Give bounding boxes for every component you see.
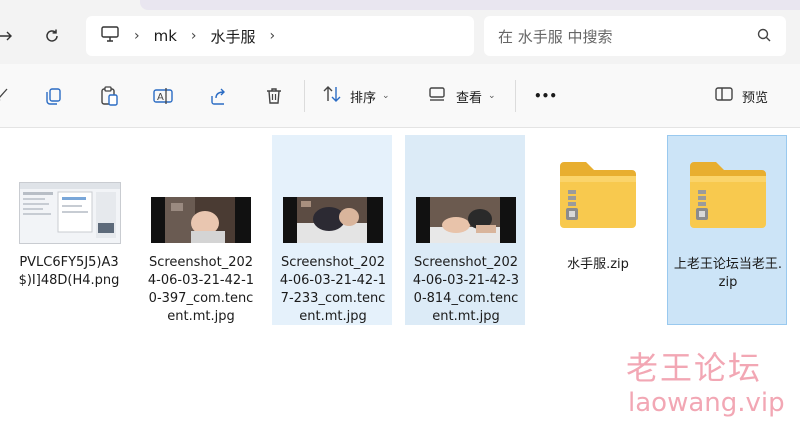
refresh-icon[interactable] [38,22,66,50]
view-icon [428,86,446,106]
sort-icon [322,85,342,107]
watermark-text-cn: 老王论坛 [626,349,763,387]
copy-icon[interactable] [42,85,64,107]
chevron-down-icon: ⌄ [488,91,496,101]
forward-arrow-icon[interactable] [0,22,20,50]
share-icon[interactable] [208,85,230,107]
file-item[interactable]: Screenshot_2024-06-03-21-42-10-397_com.t… [140,135,260,325]
file-name: Screenshot_2024-06-03-21-42-30-814_com.t… [412,255,520,324]
paste-icon[interactable] [98,85,120,107]
command-bar: A 排序 ⌄ 查看 ⌄ ••• 预览 [0,64,800,128]
image-thumbnail [283,197,383,243]
preview-pane-icon [714,86,734,106]
file-item[interactable]: Screenshot_2024-06-03-21-42-17-233_com.t… [272,135,392,325]
chevron-down-icon: ⌄ [382,91,390,101]
tab-strip [140,0,800,10]
file-name: 水手服.zip [567,257,629,272]
rename-icon[interactable]: A [152,85,174,107]
file-name: Screenshot_2024-06-03-21-42-17-233_com.t… [279,255,387,324]
cut-icon[interactable] [0,85,12,107]
file-name: 上老王论坛当老王.zip [673,257,783,290]
this-pc-icon[interactable] [100,25,120,47]
view-label: 查看 [456,90,483,106]
file-item[interactable]: PVLC6FY5J5)A3$)I]48D(H4.png [8,135,128,325]
search-placeholder: 在 水手服 中搜索 [498,27,613,46]
breadcrumb-mk[interactable]: mk [154,27,177,45]
zip-folder-icon [686,156,770,234]
watermark-text-en: laowang.vip [628,388,785,418]
more-options-button[interactable]: ••• [534,84,557,108]
file-name: PVLC6FY5J5)A3$)I]48D(H4.png [18,255,120,288]
sort-label: 排序 [350,90,377,106]
chevron-right-icon[interactable]: › [191,28,197,44]
zip-folder-icon [556,156,640,234]
search-icon[interactable] [756,27,772,47]
view-button[interactable]: 查看 ⌄ [428,84,496,108]
delete-icon[interactable] [263,85,285,107]
preview-pane-button[interactable]: 预览 [714,84,768,108]
address-bar[interactable]: › mk › 水手服 › [86,16,474,56]
file-item[interactable]: 水手服.zip [537,135,657,325]
toolbar-divider [515,80,516,112]
file-item[interactable]: Screenshot_2024-06-03-21-42-30-814_com.t… [405,135,525,325]
chevron-right-icon[interactable]: › [134,28,140,44]
title-bar: › mk › 水手服 › 在 水手服 中搜索 [0,0,800,64]
file-item-selected[interactable]: 上老王论坛当老王.zip [667,135,787,325]
svg-text:A: A [157,92,164,103]
search-input[interactable]: 在 水手服 中搜索 [484,16,786,56]
chevron-right-icon[interactable]: › [270,28,276,44]
image-thumbnail [416,197,516,243]
sort-button[interactable]: 排序 ⌄ [322,84,390,108]
toolbar-divider [304,80,305,112]
breadcrumb-current[interactable]: 水手服 [211,26,256,47]
image-thumbnail [151,197,251,243]
file-name: Screenshot_2024-06-03-21-42-10-397_com.t… [147,255,255,324]
image-thumbnail [19,182,121,244]
preview-label: 预览 [742,90,769,106]
